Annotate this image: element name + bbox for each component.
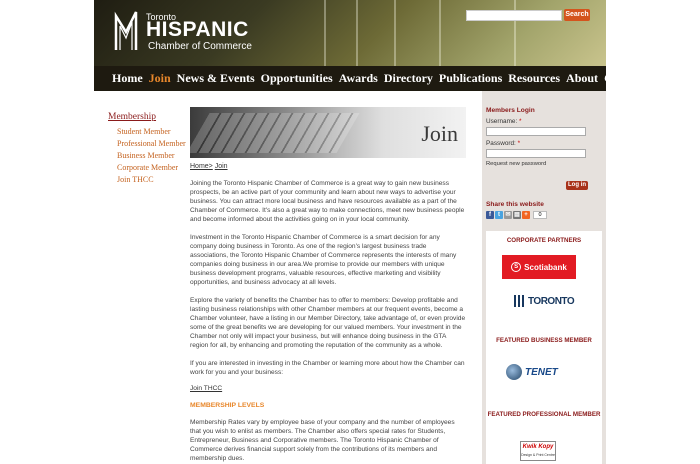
- nav-join[interactable]: Join: [149, 71, 171, 86]
- sidebar-item-student[interactable]: Student Member: [108, 127, 190, 136]
- sidebar-item-join[interactable]: Join THCC: [108, 175, 190, 184]
- nav-home[interactable]: Home: [112, 71, 143, 86]
- header-decoration: [324, 0, 326, 66]
- main-content: Join Home> Join Joining the Toronto Hisp…: [190, 107, 466, 463]
- nav-news-events[interactable]: News & Events: [177, 71, 255, 86]
- toronto-logo[interactable]: TORONTO: [514, 295, 575, 307]
- search-input[interactable]: [466, 10, 562, 21]
- nav-directory[interactable]: Directory: [384, 71, 433, 86]
- page: Toronto HISPANIC Chamber of Commerce Sea…: [94, 0, 645, 464]
- scotiabank-logo[interactable]: S Scotiabank: [502, 255, 576, 279]
- main-nav: Home Join News & Events Opportunities Aw…: [94, 66, 645, 91]
- logo-icon[interactable]: [112, 10, 140, 54]
- tenet-logo[interactable]: TENET: [506, 361, 568, 383]
- kwik-kopy-text: Kwik Kopy: [522, 444, 554, 450]
- required-mark: *: [519, 118, 522, 125]
- nav-opportunities[interactable]: Opportunities: [261, 71, 333, 86]
- breadcrumb-current[interactable]: Join: [215, 163, 228, 170]
- hero-banner: Join: [190, 107, 466, 158]
- sidebar-item-professional[interactable]: Professional Member: [108, 139, 190, 148]
- corporate-partners-heading: CORPORATE PARTNERS: [506, 237, 582, 244]
- tenet-text: TENET: [525, 366, 558, 378]
- email-icon[interactable]: ✉: [504, 211, 512, 219]
- password-label: Password: *: [486, 140, 598, 147]
- investment-paragraph: Investment in the Toronto Hispanic Chamb…: [190, 234, 457, 286]
- toronto-text: TORONTO: [528, 296, 575, 307]
- membership-levels-heading: MEMBERSHIP LEVELS: [190, 402, 265, 409]
- share-title: Share this website: [486, 201, 544, 208]
- featured-business-heading: FEATURED BUSINESS MEMBER: [496, 337, 592, 344]
- breadcrumb-home[interactable]: Home>: [190, 163, 213, 170]
- password-label-text: Password:: [486, 140, 516, 147]
- scotiabank-text: Scotiabank: [524, 262, 567, 272]
- logo-chamber-text: Chamber of Commerce: [148, 41, 252, 52]
- share-plus-icon[interactable]: +: [522, 211, 530, 219]
- right-sidebar: Members Login Username: * Password: * Re…: [482, 91, 606, 464]
- globe-icon: [506, 364, 522, 380]
- nav-resources[interactable]: Resources: [508, 71, 560, 86]
- header-decoration: [356, 0, 358, 66]
- login-form: Members Login Username: * Password: * Re…: [486, 107, 598, 190]
- sidebar-item-corporate[interactable]: Corporate Member: [108, 163, 190, 172]
- kwik-kopy-subtext: Design & Print Centre: [521, 453, 555, 457]
- intro-paragraph: Joining the Toronto Hispanic Chamber of …: [190, 180, 465, 223]
- membership-levels-paragraph: Membership Rates vary by employee base o…: [190, 419, 455, 462]
- search-button[interactable]: Search: [564, 9, 590, 21]
- share-count: 0: [533, 211, 547, 219]
- logo-hispanic-text[interactable]: HISPANIC: [146, 18, 249, 42]
- sidebar-title[interactable]: Membership: [108, 112, 190, 122]
- featured-professional-heading: FEATURED PROFESSIONAL MEMBER: [487, 411, 601, 418]
- required-mark: *: [517, 140, 521, 147]
- username-label-text: Username:: [486, 118, 518, 125]
- nav-awards[interactable]: Awards: [339, 71, 378, 86]
- sidebar-item-business[interactable]: Business Member: [108, 151, 190, 160]
- keyboard-image: [190, 113, 360, 153]
- login-button[interactable]: Log in: [566, 181, 588, 190]
- breadcrumb: Home> Join: [190, 163, 466, 170]
- nav-contact[interactable]: Contact: [604, 71, 645, 86]
- city-hall-icon: [514, 295, 526, 307]
- share-toolbar: f t ✉ ▤ + 0: [486, 211, 547, 219]
- facebook-icon[interactable]: f: [486, 211, 494, 219]
- request-password-link[interactable]: Request new password: [486, 161, 598, 167]
- username-label: Username: *: [486, 118, 598, 125]
- hero-title: Join: [421, 121, 458, 146]
- login-title: Members Login: [486, 107, 535, 114]
- twitter-icon[interactable]: t: [495, 211, 503, 219]
- scotiabank-icon: S: [511, 262, 522, 272]
- header-decoration: [439, 0, 441, 66]
- site-header: Toronto HISPANIC Chamber of Commerce Sea…: [94, 0, 606, 66]
- nav-about[interactable]: About: [566, 71, 598, 86]
- interest-paragraph: If you are interested in investing in th…: [190, 360, 465, 376]
- join-thcc-link[interactable]: Join THCC: [190, 385, 466, 392]
- header-decoration: [394, 0, 396, 66]
- membership-sidebar: Membership Student Member Professional M…: [108, 112, 190, 187]
- benefits-paragraph: Explore the variety of benefits the Cham…: [190, 297, 466, 349]
- password-field[interactable]: [486, 149, 586, 158]
- kwik-kopy-logo[interactable]: Kwik Kopy Design & Print Centre: [520, 441, 556, 461]
- print-icon[interactable]: ▤: [513, 211, 521, 219]
- username-field[interactable]: [486, 127, 586, 136]
- nav-publications[interactable]: Publications: [439, 71, 502, 86]
- partners-panel: CORPORATE PARTNERS S Scotiabank TORONTO …: [486, 231, 602, 464]
